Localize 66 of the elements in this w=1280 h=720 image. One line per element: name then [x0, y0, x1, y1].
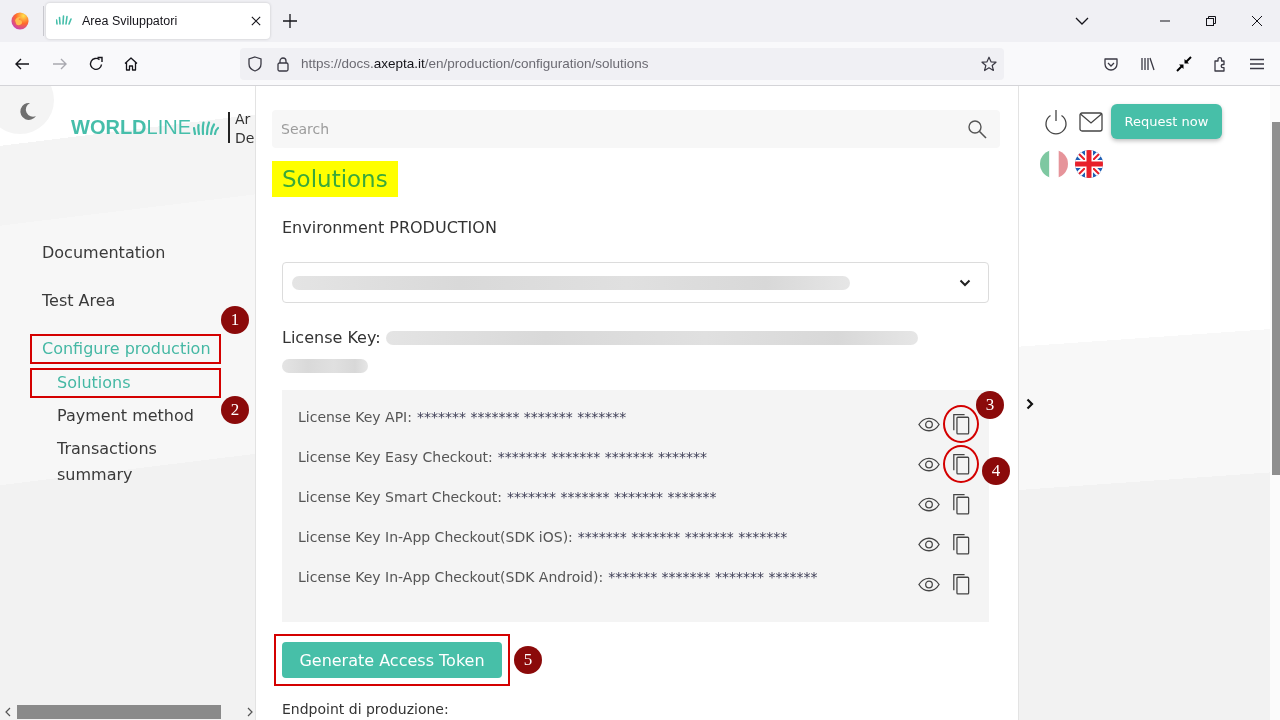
masked-key-value: ******* ******* ******* ******* — [577, 529, 788, 545]
waves-icon — [56, 13, 72, 25]
chevron-down-icon[interactable] — [1075, 17, 1089, 25]
mail-icon[interactable] — [1079, 111, 1103, 132]
site-name-text: De — [235, 129, 255, 148]
key-label: License Key Smart Checkout: — [298, 489, 503, 505]
collapse-arrows-icon[interactable] — [1176, 55, 1192, 72]
search-icon[interactable] — [967, 119, 987, 139]
masked-key-value: ******* ******* ******* ******* — [507, 489, 717, 505]
masked-key-value: ******* ******* ******* ******* — [608, 569, 818, 585]
close-icon[interactable] — [1252, 16, 1262, 26]
nav-item[interactable]: Documentation — [30, 238, 221, 268]
close-icon[interactable] — [251, 16, 261, 26]
browser-tab[interactable]: Area Sviluppatori — [46, 3, 270, 39]
chevron-right-icon[interactable] — [1026, 398, 1034, 410]
puzzle-icon[interactable] — [1212, 55, 1228, 72]
key-label: License Key Easy Checkout: — [298, 449, 493, 465]
eye-icon[interactable] — [918, 496, 940, 512]
restore-icon[interactable] — [1206, 16, 1216, 26]
copy-button[interactable] — [943, 445, 979, 483]
step-marker: 1 — [221, 306, 249, 334]
copy-icon — [952, 493, 970, 515]
nav-item[interactable]: Payment method — [30, 401, 221, 431]
environment-label: Environment PRODUCTION — [282, 217, 498, 239]
scrollbar-thumb[interactable] — [17, 705, 221, 719]
home-icon[interactable] — [123, 55, 139, 72]
key-label: License Key In-App Checkout(SDK iOS): — [298, 529, 573, 545]
moon-icon[interactable] — [0, 86, 56, 136]
eye-icon[interactable] — [918, 416, 940, 432]
star-icon[interactable] — [981, 55, 997, 72]
key-label: License Key In-App Checkout(SDK Android): — [298, 569, 604, 585]
masked-key-value: ******* ******* ******* ******* — [497, 449, 708, 465]
page-title: Solutions — [272, 161, 398, 197]
scrollbar-thumb[interactable] — [1272, 122, 1280, 475]
nav-item[interactable]: Transactions summary — [30, 434, 221, 490]
search-field[interactable]: Search — [272, 110, 1000, 148]
browser-logo-icon[interactable] — [11, 12, 29, 30]
shield-icon[interactable] — [247, 55, 263, 72]
pouch-icon[interactable] — [1103, 55, 1119, 72]
plus-icon[interactable] — [283, 14, 297, 28]
step-marker: 5 — [514, 646, 542, 674]
lock-icon[interactable] — [275, 55, 291, 72]
copy-icon — [952, 533, 970, 555]
key-label: License Key API: — [298, 409, 412, 425]
eye-icon[interactable] — [918, 576, 940, 592]
chevron-right-icon[interactable] — [247, 707, 253, 717]
reload-icon[interactable] — [88, 55, 104, 72]
endpoint-label: Endpoint di produzione: — [282, 700, 450, 719]
step-marker: 4 — [982, 457, 1010, 485]
power-icon[interactable] — [1044, 108, 1068, 135]
copy-icon — [952, 573, 970, 595]
address-bar[interactable]: https://docs.axepta.it/en/production/configuration/solutions — [240, 47, 1004, 80]
eye-icon[interactable] — [918, 536, 940, 552]
step-marker: 2 — [221, 396, 249, 424]
uk-flag-icon[interactable] — [1075, 150, 1103, 178]
site-name-text: Ar — [235, 110, 252, 129]
nav-item[interactable]: Test Area — [30, 286, 221, 316]
license-key-label: License Key: — [282, 327, 381, 349]
eye-icon[interactable] — [918, 456, 940, 472]
chevron-left-icon[interactable] — [5, 707, 11, 717]
copy-icon — [952, 453, 970, 475]
chevron-down-icon[interactable] — [959, 278, 971, 287]
copy-icon — [952, 413, 970, 435]
step-marker: 3 — [976, 391, 1004, 419]
library-icon[interactable] — [1140, 55, 1156, 72]
masked-key-value: ******* ******* ******* ******* — [416, 409, 627, 425]
